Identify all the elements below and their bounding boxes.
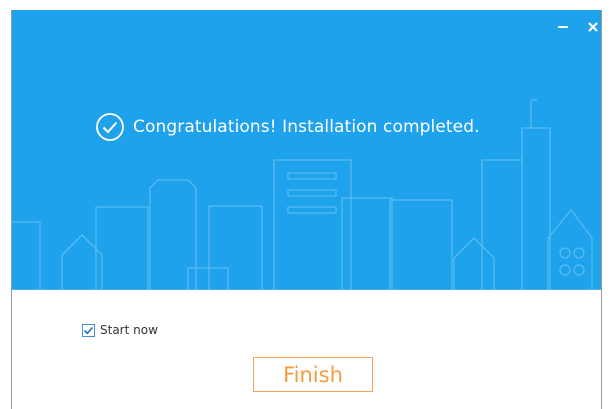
checkmark-icon [83,326,94,334]
hero-banner: Congratulations! Installation completed. [12,10,601,290]
success-message: Congratulations! Installation completed. [95,111,480,143]
city-skyline-illustration [12,99,601,290]
start-now-option[interactable]: Start now [82,323,158,337]
close-button[interactable] [582,16,601,38]
check-circle-icon [96,113,124,141]
minimize-button[interactable] [552,16,574,38]
minimize-icon [558,26,568,28]
installer-window: Congratulations! Installation completed.… [11,10,602,409]
close-icon [588,22,598,32]
success-title: Congratulations! Installation completed. [133,117,480,137]
start-now-label: Start now [100,323,158,337]
finish-button[interactable]: Finish [253,357,373,392]
start-now-checkbox[interactable] [82,323,95,337]
